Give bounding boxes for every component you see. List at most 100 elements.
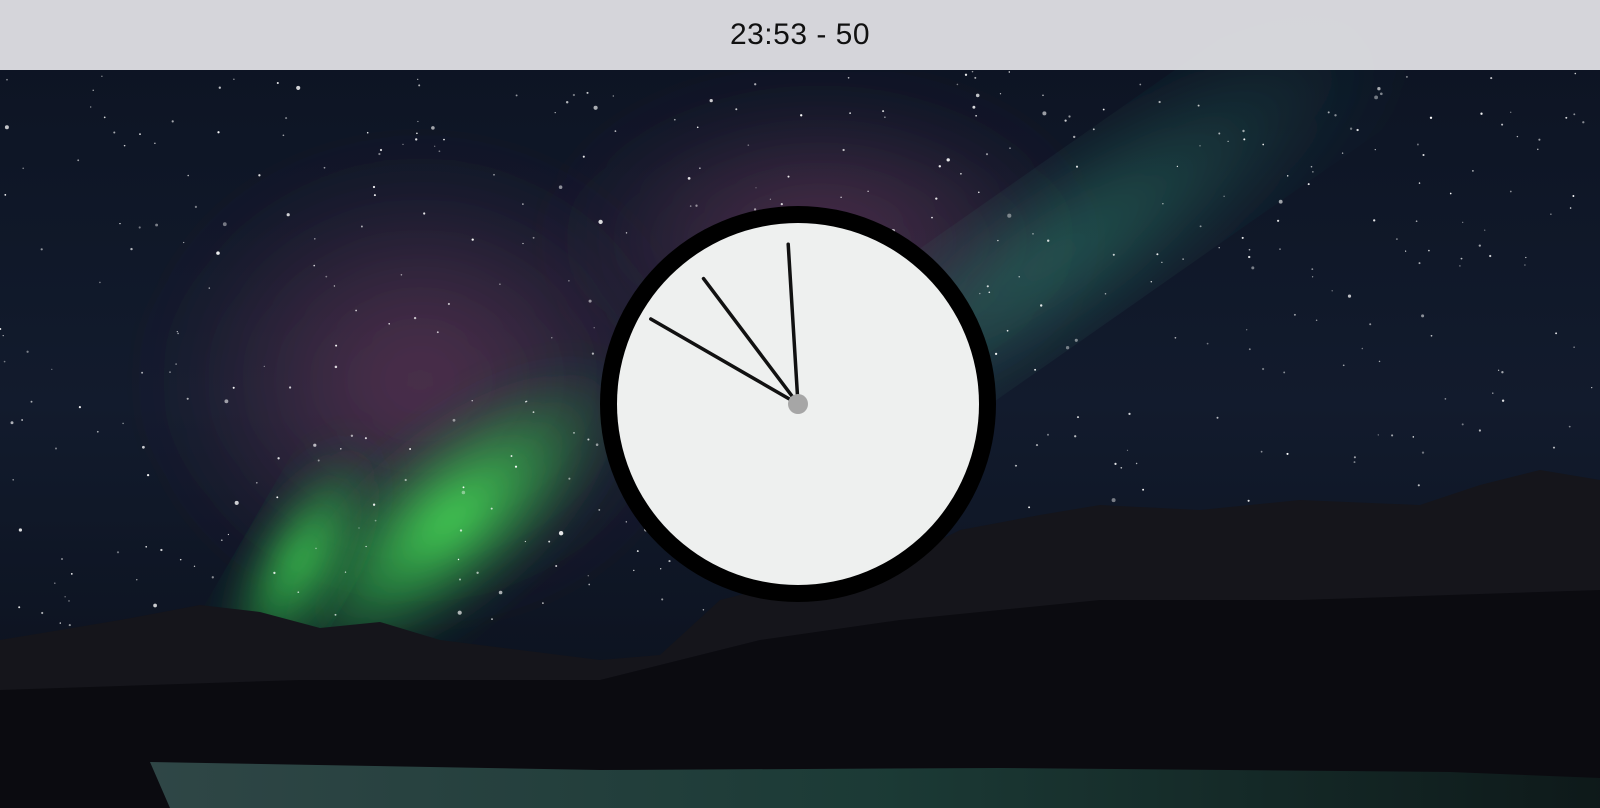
star (1428, 249, 1430, 252)
star (54, 582, 56, 584)
star (313, 443, 317, 447)
star (515, 94, 518, 97)
star (840, 196, 842, 198)
star (175, 363, 177, 365)
star (1377, 87, 1381, 91)
star (317, 459, 320, 462)
star (51, 368, 53, 371)
star (842, 148, 845, 152)
star (333, 285, 336, 287)
star (325, 275, 328, 278)
star (222, 222, 227, 227)
app-window: 23:53 - 50 (0, 0, 1600, 808)
star (1315, 319, 1318, 321)
star (160, 548, 163, 552)
star (177, 332, 179, 335)
star (365, 545, 367, 548)
star (935, 197, 938, 200)
star (6, 78, 8, 81)
star (139, 133, 141, 135)
star (1251, 266, 1255, 270)
star (374, 519, 377, 522)
star (273, 571, 276, 575)
star (101, 75, 103, 78)
star (1361, 347, 1364, 350)
star (119, 222, 121, 225)
star (61, 558, 63, 560)
star (573, 432, 575, 434)
star (1279, 248, 1281, 250)
star (1341, 152, 1344, 154)
star (554, 111, 556, 114)
star (296, 85, 301, 90)
star (59, 622, 61, 624)
star (946, 158, 950, 162)
star (1260, 450, 1263, 453)
star (975, 93, 980, 98)
star (211, 576, 214, 579)
star (849, 112, 851, 114)
star (687, 177, 691, 180)
star (340, 448, 342, 450)
star (1430, 334, 1433, 337)
star (141, 371, 144, 374)
star (1412, 436, 1415, 438)
star (1342, 364, 1345, 367)
star (493, 173, 495, 176)
star (360, 225, 363, 228)
star (972, 105, 976, 109)
star (187, 174, 189, 177)
star (22, 167, 25, 170)
time-header: 23:53 - 50 (0, 0, 1600, 70)
star (1501, 371, 1504, 374)
star (216, 251, 220, 255)
star (417, 120, 419, 123)
star (285, 117, 288, 120)
star (588, 299, 592, 303)
star (532, 236, 535, 239)
star (1422, 153, 1425, 157)
star (130, 247, 133, 251)
star (193, 565, 196, 567)
star (1484, 229, 1486, 231)
star (1142, 488, 1145, 491)
star (1497, 369, 1500, 371)
star (769, 198, 772, 200)
star (1076, 416, 1080, 419)
star (1176, 165, 1179, 168)
star (92, 89, 94, 91)
star (1018, 276, 1020, 278)
star (145, 546, 147, 548)
star (1574, 72, 1577, 75)
star (220, 539, 223, 542)
star (55, 447, 57, 450)
star (471, 400, 473, 402)
star (314, 238, 316, 240)
star (542, 602, 544, 604)
star (1510, 111, 1512, 113)
star (1444, 398, 1447, 400)
star (372, 503, 376, 506)
star (847, 76, 850, 79)
star (1356, 128, 1359, 132)
star (699, 167, 701, 169)
star (1478, 244, 1481, 247)
star (1008, 71, 1011, 73)
star (975, 115, 977, 117)
star (572, 93, 576, 97)
star (1516, 135, 1519, 138)
star (1246, 329, 1248, 331)
star (787, 175, 790, 178)
star (1509, 190, 1512, 193)
star (282, 134, 285, 137)
star (1278, 199, 1283, 204)
star (364, 437, 367, 440)
star (68, 624, 71, 627)
star (1028, 506, 1031, 509)
star (1047, 433, 1049, 436)
star (388, 323, 390, 325)
star (1111, 498, 1116, 503)
star (218, 86, 221, 89)
star (1416, 143, 1419, 146)
star (335, 344, 338, 347)
